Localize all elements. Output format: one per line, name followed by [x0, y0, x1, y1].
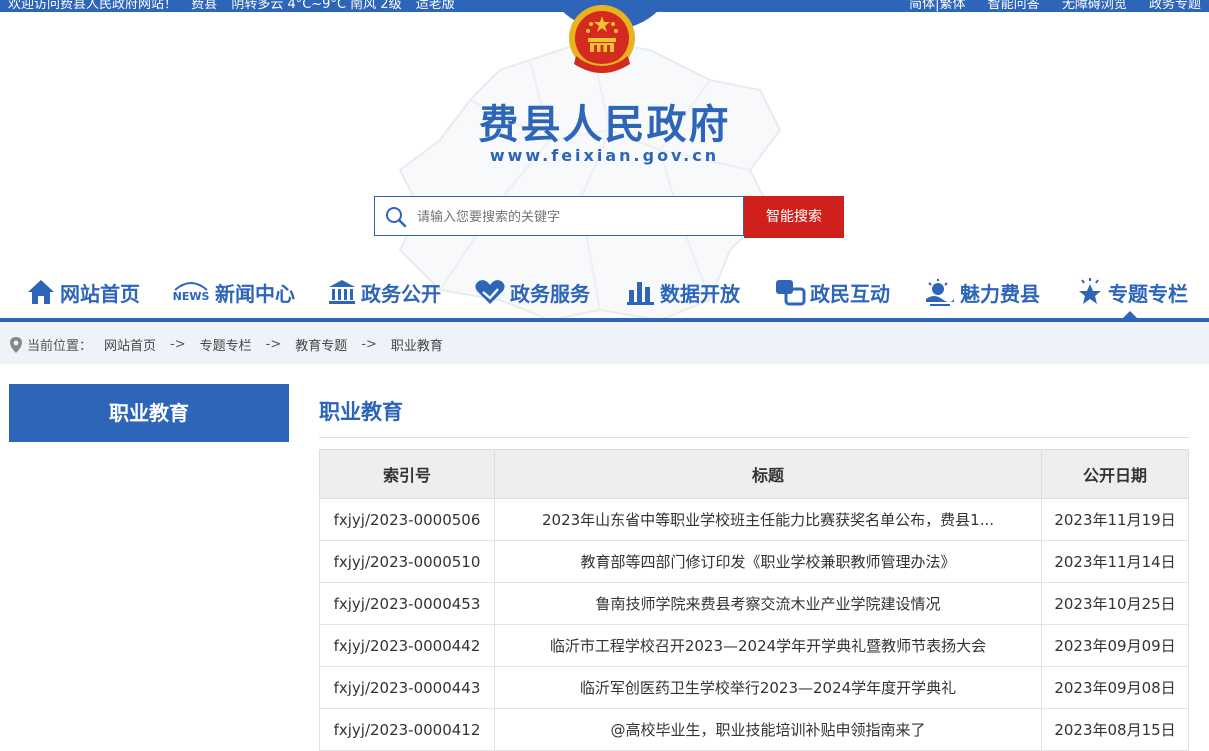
cell-date: 2023年09月09日	[1041, 624, 1189, 667]
lang-switch-link[interactable]: 简体|繁体	[909, 0, 965, 12]
site-title: 费县人民政府	[478, 101, 731, 148]
scenery-icon	[926, 279, 954, 306]
smart-search-button[interactable]: 智能搜索	[744, 196, 844, 238]
accessibility-link[interactable]: 无障碍浏览	[1062, 0, 1127, 12]
cell-title[interactable]: 教育部等四部门修订印发《职业学校兼职教师管理办法》	[494, 540, 1042, 583]
search-box	[374, 196, 744, 236]
location-pin-icon	[10, 336, 22, 353]
main-nav: 网站首页 NEWS 新闻中心 政务公开 政务服务 数据开放 政民互动 魅力费县 …	[0, 266, 1209, 318]
nav-item-label: 政务公开	[361, 281, 441, 306]
aging-version-link[interactable]: 适老版	[416, 0, 455, 12]
column-header-date: 公开日期	[1041, 449, 1189, 499]
nav-item-label: 数据开放	[660, 281, 740, 306]
cell-title[interactable]: @高校毕业生，职业技能培训补贴申领指南来了	[494, 708, 1042, 751]
cell-date: 2023年11月19日	[1041, 498, 1189, 541]
nav-item-label: 新闻中心	[215, 281, 295, 306]
nav-item-services[interactable]: 政务服务	[474, 274, 590, 310]
special-topic-link[interactable]: 政务专题	[1149, 0, 1201, 12]
national-emblem	[569, 5, 635, 73]
nav-item-label: 政民互动	[810, 281, 890, 306]
cell-date: 2023年11月14日	[1041, 540, 1189, 583]
cell-date: 2023年09月08日	[1041, 666, 1189, 709]
news-icon: NEWS	[173, 282, 210, 303]
site-url: www.feixian.gov.cn	[489, 146, 720, 165]
bar-chart-icon	[627, 282, 654, 305]
breadcrumb-home[interactable]: 网站首页	[104, 335, 156, 354]
table-row: fxjyj/2023-0000443 临沂军创医药卫生学校举行2023—2024学…	[319, 666, 1189, 709]
cell-index: fxjyj/2023-0000506	[319, 498, 495, 541]
table-row: fxjyj/2023-0000412 @高校毕业生，职业技能培训补贴申领指南来了 2…	[319, 708, 1189, 751]
sidebar-title[interactable]: 职业教育	[9, 384, 289, 442]
interaction-icon	[776, 280, 806, 306]
welcome-text: 欢迎访问费县人民政府网站！	[8, 0, 178, 12]
table-row: fxjyj/2023-0000506 2023年山东省中等职业学校班主任能力比赛获…	[319, 498, 1189, 541]
breadcrumb: 当前位置： 网站首页 -> 专题专栏 -> 教育专题 -> 职业教育	[0, 322, 1209, 364]
nav-item-label: 魅力费县	[960, 281, 1040, 306]
nav-item-interaction[interactable]: 政民互动	[774, 274, 890, 310]
top-bar-right: 简体|繁体 智能问答 无障碍浏览 政务专题	[891, 0, 1201, 12]
cell-index: fxjyj/2023-0000412	[319, 708, 495, 751]
breadcrumb-education[interactable]: 教育专题	[295, 335, 347, 354]
nav-item-label: 政务服务	[510, 281, 590, 306]
table-row: fxjyj/2023-0000453 鲁南技师学院来费县考察交流木业产业学院建设情…	[319, 582, 1189, 625]
cell-index: fxjyj/2023-0000453	[319, 582, 495, 625]
breadcrumb-separator: ->	[170, 337, 186, 352]
search-input[interactable]	[415, 205, 739, 229]
cell-title[interactable]: 2023年山东省中等职业学校班主任能力比赛获奖名单公布，费县1...	[494, 498, 1042, 541]
nav-item-home[interactable]: 网站首页	[26, 274, 140, 310]
breadcrumb-separator: ->	[361, 337, 377, 352]
breadcrumb-separator: ->	[265, 337, 282, 352]
nav-item-open-data[interactable]: 数据开放	[626, 274, 740, 310]
table-row: fxjyj/2023-0000510 教育部等四部门修订印发《职业学校兼职教师管理…	[319, 540, 1189, 583]
location-text: 费县	[191, 0, 218, 12]
svg-text:NEWS: NEWS	[173, 290, 210, 303]
breadcrumb-prefix: 当前位置：	[27, 339, 93, 354]
page-title: 职业教育	[319, 400, 403, 424]
heart-hands-icon	[475, 280, 505, 304]
cell-title[interactable]: 临沂军创医药卫生学校举行2023—2024学年度开学典礼	[494, 666, 1042, 709]
article-table: 索引号 标题 公开日期 fxjyj/2023-0000506 2023年山东省中等…	[319, 449, 1189, 751]
nav-item-gov-affairs[interactable]: 政务公开	[327, 274, 441, 310]
title-divider	[319, 437, 1189, 438]
smart-qa-link[interactable]: 智能问答	[988, 0, 1040, 12]
cell-index: fxjyj/2023-0000443	[319, 666, 495, 709]
breadcrumb-special-topics[interactable]: 专题专栏	[200, 335, 252, 354]
top-bar-left: 欢迎访问费县人民政府网站！ 费县 阴转多云 4°C~9°C 南风 2级 适老版	[8, 0, 455, 12]
cell-title[interactable]: 临沂市工程学校召开2023—2024学年开学典礼暨教师节表扬大会	[494, 624, 1042, 667]
nav-item-label: 网站首页	[60, 281, 140, 306]
column-header-index: 索引号	[319, 449, 495, 499]
cell-index: fxjyj/2023-0000510	[319, 540, 495, 583]
nav-item-special-topics[interactable]: 专题专栏	[1076, 274, 1188, 310]
column-header-title: 标题	[494, 449, 1042, 499]
government-building-icon	[329, 280, 355, 304]
nav-item-label: 专题专栏	[1108, 281, 1188, 306]
cell-title[interactable]: 鲁南技师学院来费县考察交流木业产业学院建设情况	[494, 582, 1042, 625]
star-icon	[1079, 278, 1101, 304]
nav-item-charm-feixian[interactable]: 魅力费县	[924, 274, 1040, 310]
table-header-row: 索引号 标题 公开日期	[319, 449, 1189, 499]
cell-date: 2023年08月15日	[1041, 708, 1189, 751]
weather-text: 阴转多云 4°C~9°C 南风 2级	[231, 0, 402, 12]
table-row: fxjyj/2023-0000442 临沂市工程学校召开2023—2024学年开学…	[319, 624, 1189, 667]
home-icon	[28, 280, 54, 304]
cell-index: fxjyj/2023-0000442	[319, 624, 495, 667]
search-icon	[386, 207, 407, 228]
cell-date: 2023年10月25日	[1041, 582, 1189, 625]
nav-item-news[interactable]: NEWS 新闻中心	[171, 274, 295, 310]
breadcrumb-vocational[interactable]: 职业教育	[391, 335, 443, 354]
